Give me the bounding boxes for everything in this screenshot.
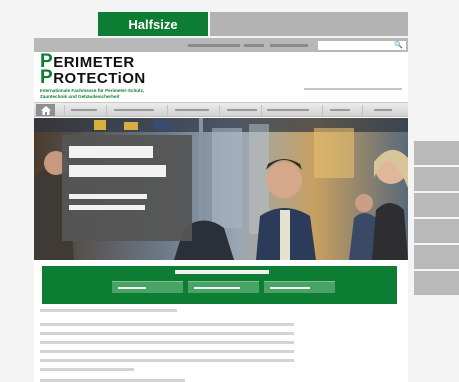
content-line (40, 323, 294, 326)
content-heading (40, 309, 177, 312)
tab-placeholder[interactable] (210, 12, 408, 36)
right-side-tabs (414, 141, 459, 295)
nav-separator (322, 105, 323, 116)
nav-separator (362, 105, 363, 116)
header-divider (304, 88, 402, 90)
nav-item[interactable] (114, 109, 154, 111)
tab-halfsize[interactable]: Halfsize (98, 12, 208, 36)
banner-button[interactable] (264, 281, 335, 293)
cta-banner (42, 266, 397, 304)
website-preview: 🔍 P ERIMETER P ROTECTiON Internationale Fa… (34, 38, 408, 382)
nav-separator (219, 105, 220, 116)
nav-item[interactable] (71, 109, 97, 111)
logo-line-1: P ERIMETER (40, 51, 135, 72)
side-tab[interactable] (414, 167, 459, 191)
overlay-subtext (69, 194, 147, 199)
nav-item[interactable] (227, 109, 257, 111)
nav-item[interactable] (330, 109, 350, 111)
side-tab[interactable] (414, 193, 459, 217)
side-tab[interactable] (414, 219, 459, 243)
overlay-subtext (69, 205, 145, 210)
nav-separator (261, 105, 262, 116)
content-line (40, 350, 294, 353)
overlay-headline (69, 146, 153, 158)
main-navigation (34, 102, 408, 117)
banner-button[interactable] (188, 281, 259, 293)
hero-text-overlay (62, 135, 192, 241)
home-icon (40, 105, 51, 115)
utility-link[interactable] (244, 44, 264, 47)
content-line (40, 341, 294, 344)
content-line (40, 368, 134, 371)
search-input[interactable]: 🔍 (318, 41, 406, 50)
nav-separator (106, 105, 107, 116)
home-button[interactable] (36, 104, 55, 116)
nav-separator (167, 105, 168, 116)
utility-bar: 🔍 (34, 38, 408, 52)
tab-halfsize-label: Halfsize (128, 16, 178, 32)
side-tab[interactable] (414, 271, 459, 295)
utility-link[interactable] (188, 44, 240, 47)
content-line (40, 332, 294, 335)
side-tab[interactable] (414, 245, 459, 269)
nav-separator (64, 105, 65, 116)
banner-button[interactable] (112, 281, 183, 293)
logo-tagline: Internationale Fachmesse für Perimeter-S… (40, 88, 145, 99)
nav-item[interactable] (374, 109, 392, 111)
overlay-headline (69, 165, 166, 177)
nav-item[interactable] (267, 109, 309, 111)
search-icon[interactable]: 🔍 (394, 42, 403, 49)
logo-line-2: P ROTECTiON (40, 67, 146, 88)
nav-item[interactable] (175, 109, 209, 111)
side-tab[interactable] (414, 141, 459, 165)
utility-link[interactable] (270, 44, 308, 47)
hero-image[interactable] (34, 118, 408, 260)
content-line (40, 359, 294, 362)
perimeter-protection-logo[interactable]: P ERIMETER P ROTECTiON Internationale Fach… (40, 51, 170, 104)
banner-title (175, 270, 269, 274)
